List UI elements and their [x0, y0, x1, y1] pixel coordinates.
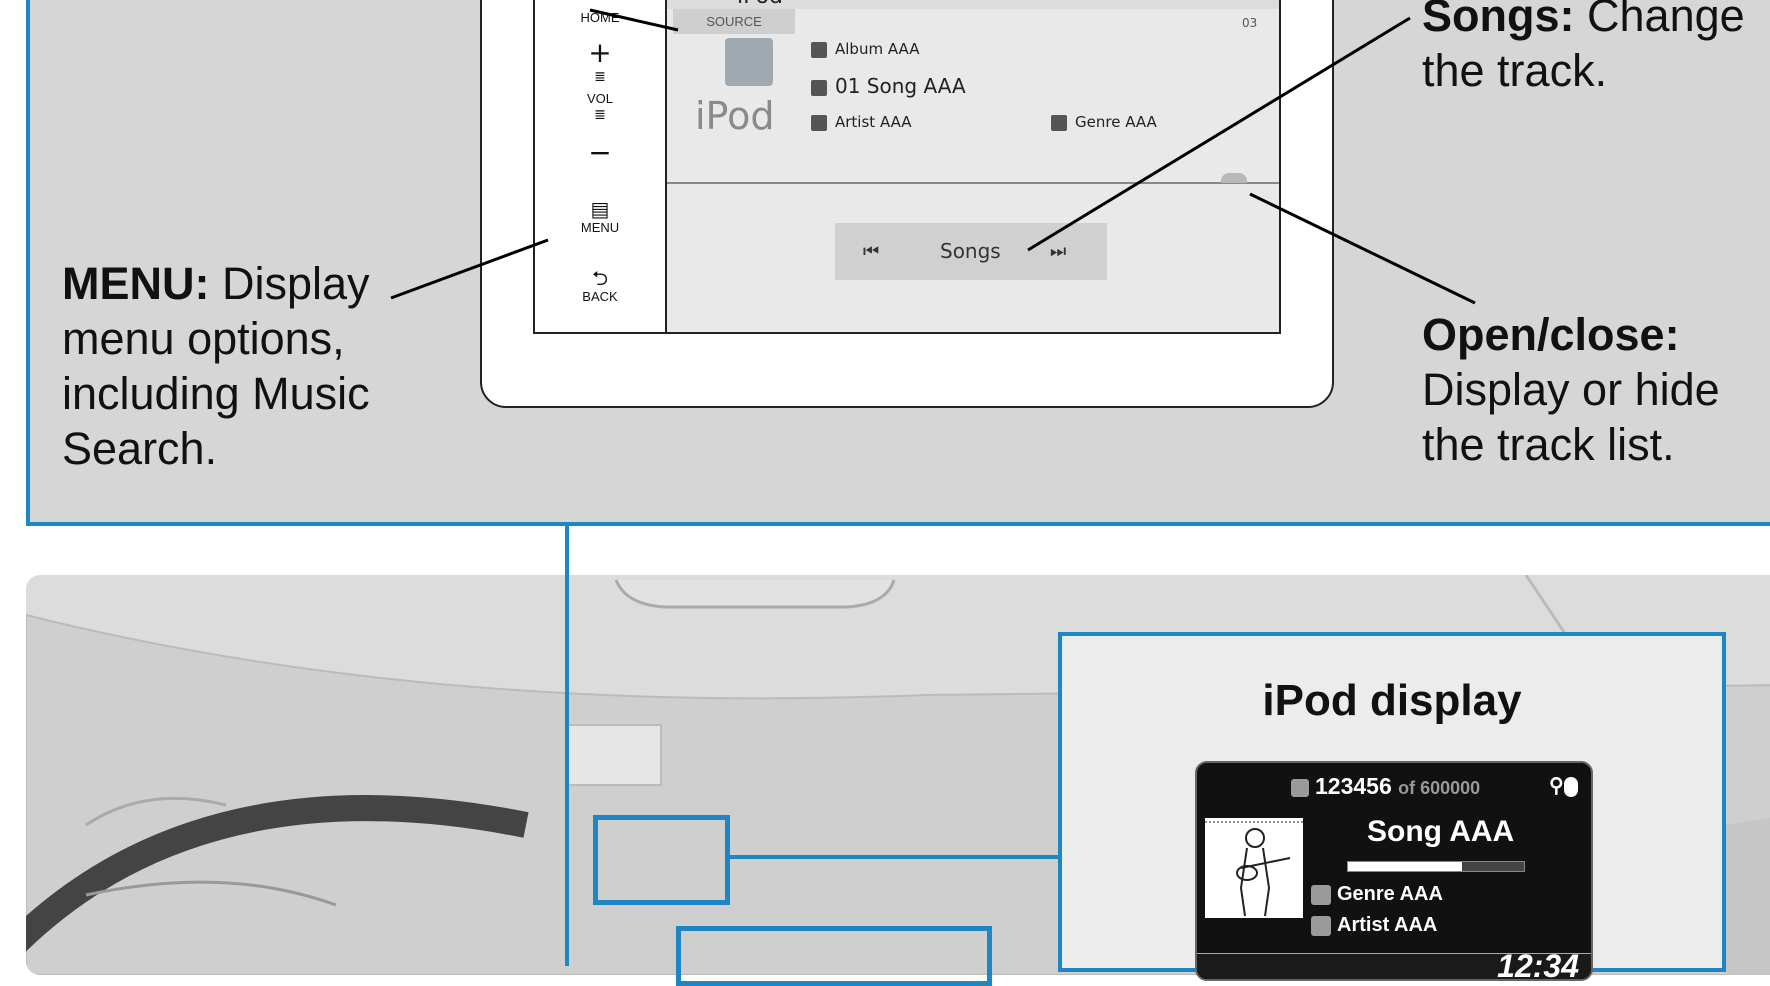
ipod-display-screen: 123456 of 600000 ⚲ Song AAA Genre AAA Ar… — [1195, 761, 1593, 981]
ipod-display-location-highlight — [593, 815, 730, 905]
connector-line — [565, 526, 569, 966]
ipod-display-title: iPod display — [1262, 676, 1522, 725]
guitarist-illustration — [1205, 821, 1303, 917]
track-total: of 600000 — [1398, 778, 1481, 798]
ipod-display-connector — [730, 855, 1060, 859]
audio-screen-location-highlight — [676, 926, 992, 986]
ipod-display-callout: iPod display 123456 of 600000 ⚲ Song AAA… — [1058, 632, 1726, 981]
artist-icon — [1311, 915, 1331, 936]
genre-icon — [1311, 884, 1331, 905]
album-art — [1205, 818, 1303, 918]
genre-line: Genre AAA — [1311, 883, 1443, 906]
track-number: 123456 — [1315, 773, 1392, 799]
song-title: Song AAA — [1367, 815, 1515, 848]
song-icon — [1291, 778, 1309, 797]
menu-leader-line — [390, 238, 549, 300]
usb-icon: ⚲ — [1549, 775, 1564, 797]
progress-bar — [1347, 861, 1525, 872]
genre-name: Genre AAA — [1337, 883, 1443, 905]
clock: 12:34 — [1497, 948, 1579, 981]
artist-line: Artist AAA — [1311, 914, 1437, 937]
track-number-line: 123456 of 600000 — [1291, 773, 1480, 800]
artist-name: Artist AAA — [1337, 914, 1438, 936]
home-leader-line — [589, 8, 679, 32]
ipod-display-footer: 12:34 — [1197, 948, 1591, 979]
songs-leader-line — [1027, 16, 1411, 252]
open-close-leader-line — [1249, 192, 1476, 305]
progress-fill — [1348, 862, 1463, 871]
usb-bluetooth-icons: ⚲ — [1549, 773, 1578, 798]
bluetooth-icon — [1563, 776, 1578, 797]
